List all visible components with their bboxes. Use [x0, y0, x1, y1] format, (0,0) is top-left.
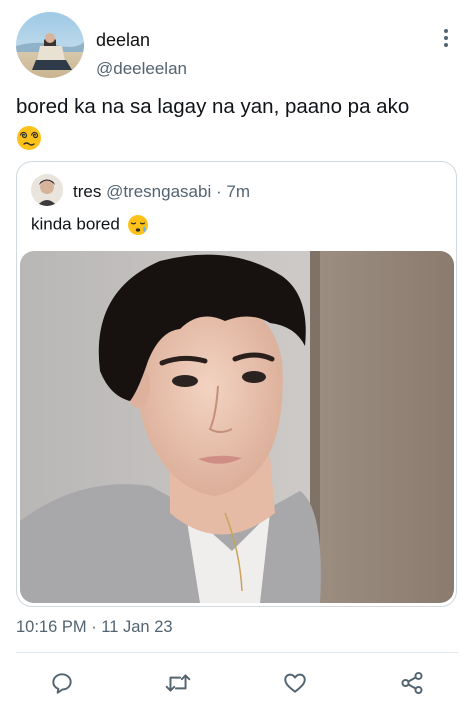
author-avatar[interactable]	[16, 12, 84, 78]
share-icon[interactable]	[397, 668, 427, 698]
tweet-text: bored ka na sa lagay na yan, paano pa ak…	[16, 95, 410, 118]
more-options-icon[interactable]	[436, 26, 456, 50]
quoted-text: kinda bored	[31, 214, 120, 234]
quoted-author-name[interactable]: tres	[73, 182, 101, 201]
quoted-body: kinda bored	[31, 214, 149, 236]
quoted-photo[interactable]	[20, 251, 454, 603]
retweet-icon[interactable]	[163, 668, 193, 698]
quoted-time[interactable]: 7m	[226, 182, 250, 201]
quoted-author-avatar[interactable]	[31, 174, 63, 206]
author-handle[interactable]: @deeleelan	[96, 59, 187, 79]
sleepy-face-emoji	[127, 214, 149, 236]
action-bar	[0, 660, 474, 710]
quoted-author-handle[interactable]: @tresngasabi	[106, 182, 211, 201]
separator-dot: ·	[215, 182, 222, 201]
tweet-timestamp[interactable]: 10:16 PM · 11 Jan 23	[16, 618, 173, 637]
tweet-body: bored ka na sa lagay na yan, paano pa ak…	[16, 92, 456, 152]
quoted-header: tres @tresngasabi · 7m	[73, 182, 250, 202]
tweet-header: deelan @deeleelan	[16, 12, 458, 78]
author-name[interactable]: deelan	[96, 30, 150, 51]
divider	[16, 652, 458, 653]
like-icon[interactable]	[280, 668, 310, 698]
dizzy-face-emoji	[16, 125, 42, 151]
reply-icon[interactable]	[47, 668, 77, 698]
quoted-tweet[interactable]: tres @tresngasabi · 7m kinda bored	[16, 161, 457, 607]
